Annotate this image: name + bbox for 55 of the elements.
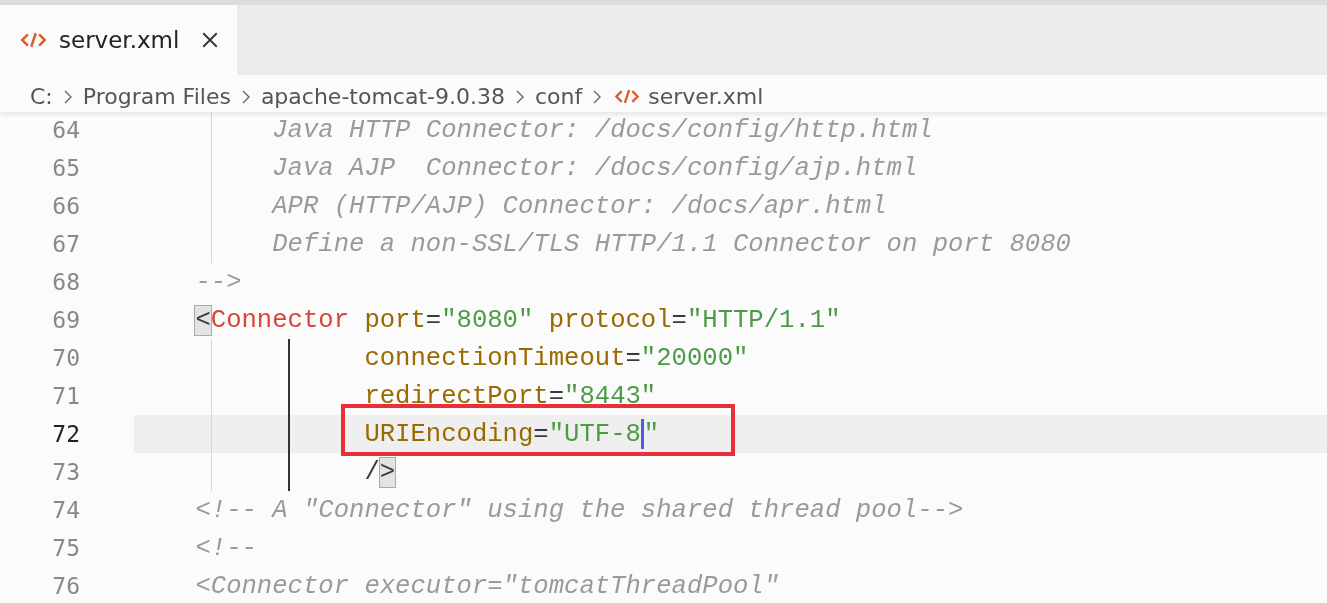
code-comment: --> bbox=[195, 267, 242, 297]
line-number: 72 bbox=[51, 421, 80, 447]
line-number: 70 bbox=[51, 345, 80, 371]
line-number: 65 bbox=[51, 155, 80, 181]
code-punctuation: = bbox=[425, 305, 442, 335]
line-number: 71 bbox=[51, 383, 80, 409]
line-number: 73 bbox=[51, 459, 80, 485]
code-comment: APR (HTTP/AJP) Connector: /docs/apr.html bbox=[272, 191, 887, 221]
line-number: 68 bbox=[51, 269, 80, 295]
line-number: 75 bbox=[51, 535, 80, 561]
code-tag: Connector bbox=[210, 305, 350, 335]
line-number: 76 bbox=[51, 573, 80, 599]
code-punctuation: = bbox=[533, 419, 549, 449]
chevron-icon bbox=[240, 88, 251, 105]
code-file-icon bbox=[20, 31, 47, 49]
line-number: 64 bbox=[51, 117, 80, 143]
code-comment: Define a non-SSL/TLS HTTP/1.1 Connector on port 8080 bbox=[272, 229, 1071, 259]
code-string: "UTF-8 bbox=[548, 419, 641, 449]
chevron-icon bbox=[592, 88, 603, 105]
code-punctuation: = bbox=[548, 381, 565, 411]
line-number: 69 bbox=[51, 307, 80, 333]
code-string: "HTTP/1.1" bbox=[686, 305, 841, 335]
editor-tab[interactable]: server.xml bbox=[0, 5, 237, 75]
code-string: "20000" bbox=[640, 343, 749, 373]
code-attribute: URIEncoding bbox=[364, 419, 534, 449]
breadcrumb-item[interactable]: Program Files bbox=[82, 84, 231, 109]
line-number: 67 bbox=[51, 231, 80, 257]
tab-label: server.xml bbox=[59, 27, 180, 53]
code-comment: <Connector executor="tomcatThreadPool" bbox=[195, 571, 780, 601]
code-punctuation: / bbox=[364, 457, 380, 487]
code-attribute: port bbox=[364, 305, 426, 335]
code-comment: <!-- A "Connector" using the shared thread pool--> bbox=[195, 495, 964, 525]
code-comment: Java HTTP Connector: /docs/config/http.html bbox=[272, 115, 933, 145]
breadcrumb-item[interactable]: apache-tomcat-9.0.38 bbox=[260, 84, 505, 109]
code-punctuation: = bbox=[671, 305, 687, 335]
code-attribute: redirectPort bbox=[364, 381, 549, 411]
matched-bracket: > bbox=[379, 457, 396, 487]
matched-bracket: < bbox=[195, 305, 211, 335]
code-comment: <!-- bbox=[195, 533, 257, 563]
code-attribute: connectionTimeout bbox=[364, 343, 626, 373]
chevron-icon bbox=[62, 88, 73, 105]
breadcrumb-item[interactable]: C: bbox=[30, 84, 53, 109]
line-number: 74 bbox=[51, 497, 80, 523]
code-attribute: protocol bbox=[548, 305, 672, 335]
code-comment: Java AJP Connector: /docs/config/ajp.html bbox=[272, 153, 918, 183]
breadcrumb-item[interactable]: server.xml bbox=[648, 84, 764, 109]
code-string: " bbox=[643, 419, 660, 449]
code-punctuation: = bbox=[625, 343, 641, 373]
code-string: "8080" bbox=[441, 305, 534, 335]
chevron-icon bbox=[514, 88, 525, 105]
close-icon[interactable] bbox=[201, 31, 220, 49]
line-number: 66 bbox=[51, 193, 80, 219]
code-string: "8443" bbox=[564, 381, 657, 411]
code-file-icon bbox=[614, 88, 641, 105]
breadcrumb-item[interactable]: conf bbox=[534, 84, 583, 109]
